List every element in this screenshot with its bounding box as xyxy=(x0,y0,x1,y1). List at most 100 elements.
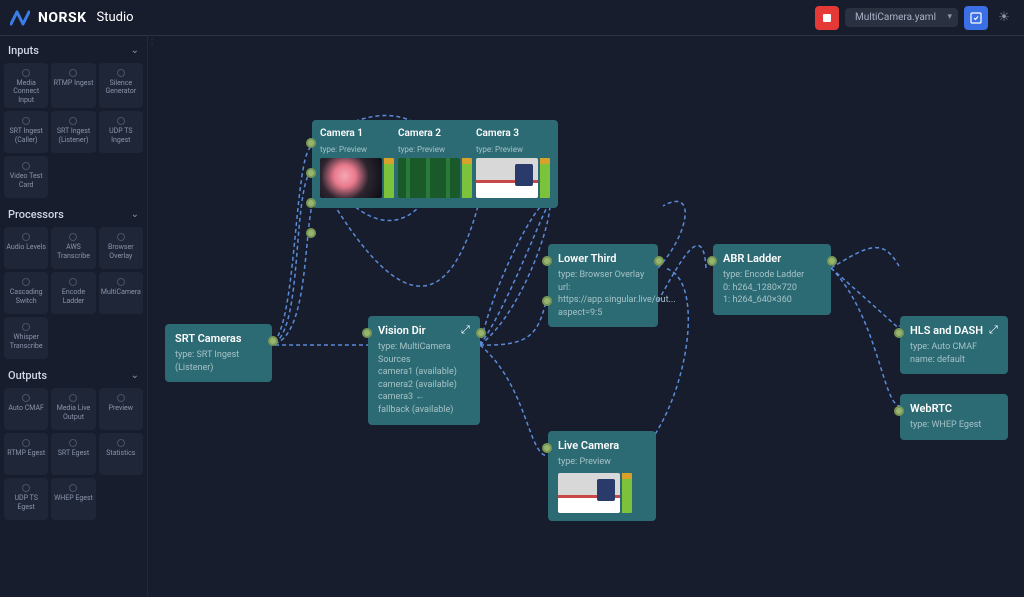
tile-icon xyxy=(22,323,30,331)
tile-icon xyxy=(22,162,30,170)
camera-thumbnail xyxy=(320,158,382,198)
port-in[interactable] xyxy=(306,228,316,238)
port-out[interactable] xyxy=(827,256,837,266)
camera-thumbnail xyxy=(558,473,620,513)
node-webrtc[interactable]: WebRTC type: WHEP Egest xyxy=(900,394,1008,440)
tile-icon xyxy=(69,278,77,286)
section-header-outputs[interactable]: Outputs ⌄ xyxy=(4,363,143,388)
port-in[interactable] xyxy=(306,168,316,178)
component-tile[interactable]: Silence Generator xyxy=(99,63,143,108)
theme-toggle-icon[interactable]: ☀ xyxy=(994,8,1014,28)
file-select[interactable]: MultiCamera.yaml xyxy=(845,8,958,27)
port-out[interactable] xyxy=(476,328,486,338)
component-tile[interactable]: Preview xyxy=(99,388,143,430)
camera-thumbnail xyxy=(398,158,460,198)
tile-icon xyxy=(69,233,77,241)
brand-name: NORSK xyxy=(38,10,87,26)
tile-label: Encode Ladder xyxy=(53,288,93,305)
vu-meter xyxy=(462,158,472,198)
node-lower-third[interactable]: Lower Third type: Browser Overlay url: h… xyxy=(548,244,658,327)
component-tile[interactable]: Media Connect Input xyxy=(4,63,48,108)
port-in[interactable] xyxy=(362,328,372,338)
tile-label: SRT Egest xyxy=(58,449,89,457)
tile-icon xyxy=(69,439,77,447)
port-in[interactable] xyxy=(306,138,316,148)
component-tile[interactable]: SRT Egest xyxy=(51,433,95,475)
port-in[interactable] xyxy=(542,443,552,453)
tile-label: Browser Overlay xyxy=(101,243,141,260)
component-tile[interactable]: AWS Transcribe xyxy=(51,227,95,269)
tile-label: Media Live Output xyxy=(53,404,93,421)
tile-label: Audio Levels xyxy=(6,243,46,251)
component-tile[interactable]: Media Live Output xyxy=(51,388,95,430)
camera-thumbnail xyxy=(476,158,538,198)
component-tile[interactable]: SRT Ingest (Listener) xyxy=(51,111,95,153)
tile-icon xyxy=(117,394,125,402)
tile-icon xyxy=(117,69,125,77)
node-hls-dash[interactable]: ⤢ HLS and DASH type: Auto CMAF name: def… xyxy=(900,316,1008,374)
component-tile[interactable]: Encode Ladder xyxy=(51,272,95,314)
node-vision-dir[interactable]: ⤢ Vision Dir type: MultiCamera Sources c… xyxy=(368,316,480,425)
port-in[interactable] xyxy=(306,198,316,208)
tile-label: UDP TS Egest xyxy=(6,494,46,511)
expand-icon[interactable]: ⤢ xyxy=(989,324,1000,335)
tile-label: MultiCamera xyxy=(101,288,141,296)
component-tile[interactable]: RTMP Egest xyxy=(4,433,48,475)
tile-icon xyxy=(22,69,30,77)
port-in[interactable] xyxy=(542,296,552,306)
tile-icon xyxy=(117,278,125,286)
section-header-inputs[interactable]: Inputs ⌄ xyxy=(4,38,143,63)
node-abr-ladder[interactable]: ABR Ladder type: Encode Ladder 0: h264_1… xyxy=(713,244,831,315)
port-out[interactable] xyxy=(654,256,664,266)
tile-icon xyxy=(22,439,30,447)
product-name: Studio xyxy=(97,10,134,25)
component-tile[interactable]: Video Test Card xyxy=(4,156,48,198)
component-tile[interactable]: MultiCamera xyxy=(99,272,143,314)
vu-meter xyxy=(540,158,550,198)
tile-icon xyxy=(22,484,30,492)
brand-logo: NORSK Studio xyxy=(10,8,134,28)
camera-1: Camera 1 type: Preview xyxy=(320,128,394,198)
section-title: Outputs xyxy=(8,369,47,382)
tile-label: Cascading Switch xyxy=(6,288,46,305)
expand-icon[interactable]: ⤢ xyxy=(461,324,472,335)
port-in[interactable] xyxy=(894,328,904,338)
tile-label: SRT Ingest (Caller) xyxy=(6,127,46,144)
component-tile[interactable]: Cascading Switch xyxy=(4,272,48,314)
tile-label: RTMP Egest xyxy=(7,449,45,457)
save-button[interactable] xyxy=(964,6,988,30)
node-camera-group[interactable]: Camera 1 type: Preview Camera 2 type: Pr… xyxy=(312,120,558,208)
component-tile[interactable]: Audio Levels xyxy=(4,227,48,269)
node-srt-cameras[interactable]: SRT Cameras type: SRT Ingest (Listener) xyxy=(165,324,272,382)
drag-handle[interactable]: ⋮ xyxy=(148,36,156,597)
tile-label: Video Test Card xyxy=(6,172,46,189)
chevron-down-icon: ⌄ xyxy=(131,209,139,220)
component-tile[interactable]: UDP TS Ingest xyxy=(99,111,143,153)
tile-label: RTMP Ingest xyxy=(54,79,94,87)
tile-icon xyxy=(22,117,30,125)
logo-icon xyxy=(10,8,30,28)
tile-icon xyxy=(22,233,30,241)
node-live-camera[interactable]: Live Camera type: Preview xyxy=(548,431,656,521)
tile-label: WHEP Egest xyxy=(54,494,93,502)
component-tile[interactable]: Whisper Transcribe xyxy=(4,317,48,359)
section-header-processors[interactable]: Processors ⌄ xyxy=(4,202,143,227)
component-tile[interactable]: Statistics xyxy=(99,433,143,475)
stop-button[interactable] xyxy=(815,6,839,30)
port-out[interactable] xyxy=(268,336,278,346)
port-in[interactable] xyxy=(542,256,552,266)
component-tile[interactable]: Browser Overlay xyxy=(99,227,143,269)
component-tile[interactable]: SRT Ingest (Caller) xyxy=(4,111,48,153)
port-in[interactable] xyxy=(707,256,717,266)
tile-label: Statistics xyxy=(106,449,135,457)
section-title: Inputs xyxy=(8,44,39,57)
component-tile[interactable]: Auto CMAF xyxy=(4,388,48,430)
graph-canvas[interactable]: ⋮ SRT Cameras type: SRT Ingest (Listener… xyxy=(148,36,1024,597)
component-tile[interactable]: RTMP Ingest xyxy=(51,63,95,108)
tile-label: Preview xyxy=(109,404,133,412)
port-in[interactable] xyxy=(894,406,904,416)
tile-icon xyxy=(117,439,125,447)
tile-label: AWS Transcribe xyxy=(53,243,93,260)
component-tile[interactable]: UDP TS Egest xyxy=(4,478,48,520)
component-tile[interactable]: WHEP Egest xyxy=(51,478,95,520)
